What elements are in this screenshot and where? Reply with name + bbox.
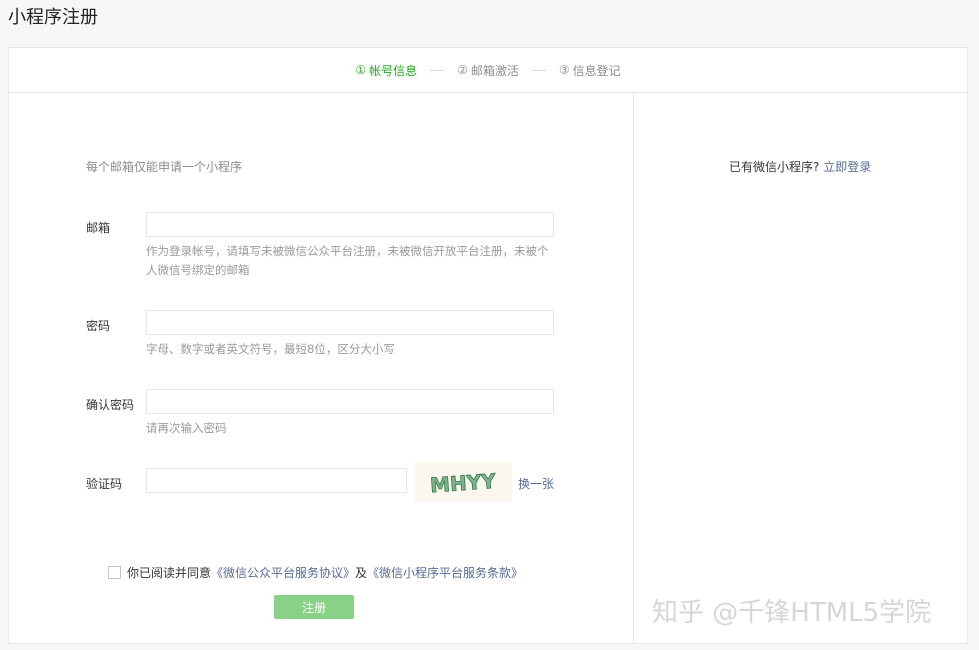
confirm-password-field[interactable] (146, 389, 554, 414)
registration-form: 每个邮箱仅能申请一个小程序 邮箱 作为登录帐号，请填写未被微信公众平台注册，未被… (9, 92, 634, 643)
page-title: 小程序注册 (8, 7, 98, 28)
email-field[interactable] (146, 212, 554, 237)
form-intro: 每个邮箱仅能申请一个小程序 (86, 160, 243, 174)
password-tip: 字母、数字或者英文符号，最短8位，区分大小写 (146, 342, 395, 356)
refresh-captcha-link[interactable]: 换一张 (518, 475, 554, 492)
step-indicator: ① 帐号信息 ② 邮箱激活 ③ 信息登记 (9, 48, 967, 93)
step-email-activation: ② 邮箱激活 (457, 62, 519, 79)
captcha-field[interactable] (146, 468, 407, 493)
agreement-row: 你已阅读并同意 《微信公众平台服务协议》 及 《微信小程序平台服务条款》 (108, 564, 523, 581)
watermark: 知乎 @千锋HTML5学院 (652, 598, 932, 628)
miniprogram-terms-link[interactable]: 《微信小程序平台服务条款》 (367, 564, 523, 581)
step-number: ② (457, 63, 468, 77)
email-label: 邮箱 (86, 221, 111, 235)
step-number: ① (355, 63, 367, 77)
agreement-prefix: 你已阅读并同意 (127, 566, 212, 580)
captcha-graphic: MHYY (428, 468, 497, 498)
step-label: 邮箱激活 (470, 63, 519, 78)
login-link[interactable]: 立即登录 (823, 160, 871, 174)
login-question: 已有微信小程序? (729, 160, 820, 174)
service-agreement-link[interactable]: 《微信公众平台服务协议》 (211, 564, 355, 581)
login-panel: 已有微信小程序? 立即登录 (634, 92, 967, 643)
register-card: ① 帐号信息 ② 邮箱激活 ③ 信息登记 每个邮箱仅能申请一个小程序 邮箱 作为… (8, 47, 968, 644)
confirm-password-tip: 请再次输入密码 (146, 421, 227, 435)
register-button[interactable]: 注册 (274, 595, 354, 619)
step-divider (531, 69, 546, 71)
login-hint: 已有微信小程序? 立即登录 (729, 158, 871, 175)
step-label: 信息登记 (572, 63, 621, 78)
step-divider (430, 69, 445, 71)
password-label: 密码 (86, 319, 111, 333)
password-field[interactable] (146, 310, 554, 335)
confirm-password-label: 确认密码 (86, 398, 135, 412)
captcha-image[interactable]: MHYY (415, 462, 512, 502)
step-info-registration: ③ 信息登记 (559, 62, 621, 79)
agree-checkbox[interactable] (108, 566, 121, 579)
captcha-label: 验证码 (86, 477, 123, 491)
agreement-and: 及 (355, 566, 368, 580)
step-number: ③ (558, 63, 570, 77)
email-tip: 作为登录帐号，请填写未被微信公众平台注册，未被微信开放平台注册，未被个人微信号绑… (146, 244, 549, 277)
captcha-text: MHYY (429, 469, 497, 498)
step-label: 帐号信息 (369, 63, 418, 78)
step-account-info: ① 帐号信息 (355, 62, 417, 79)
